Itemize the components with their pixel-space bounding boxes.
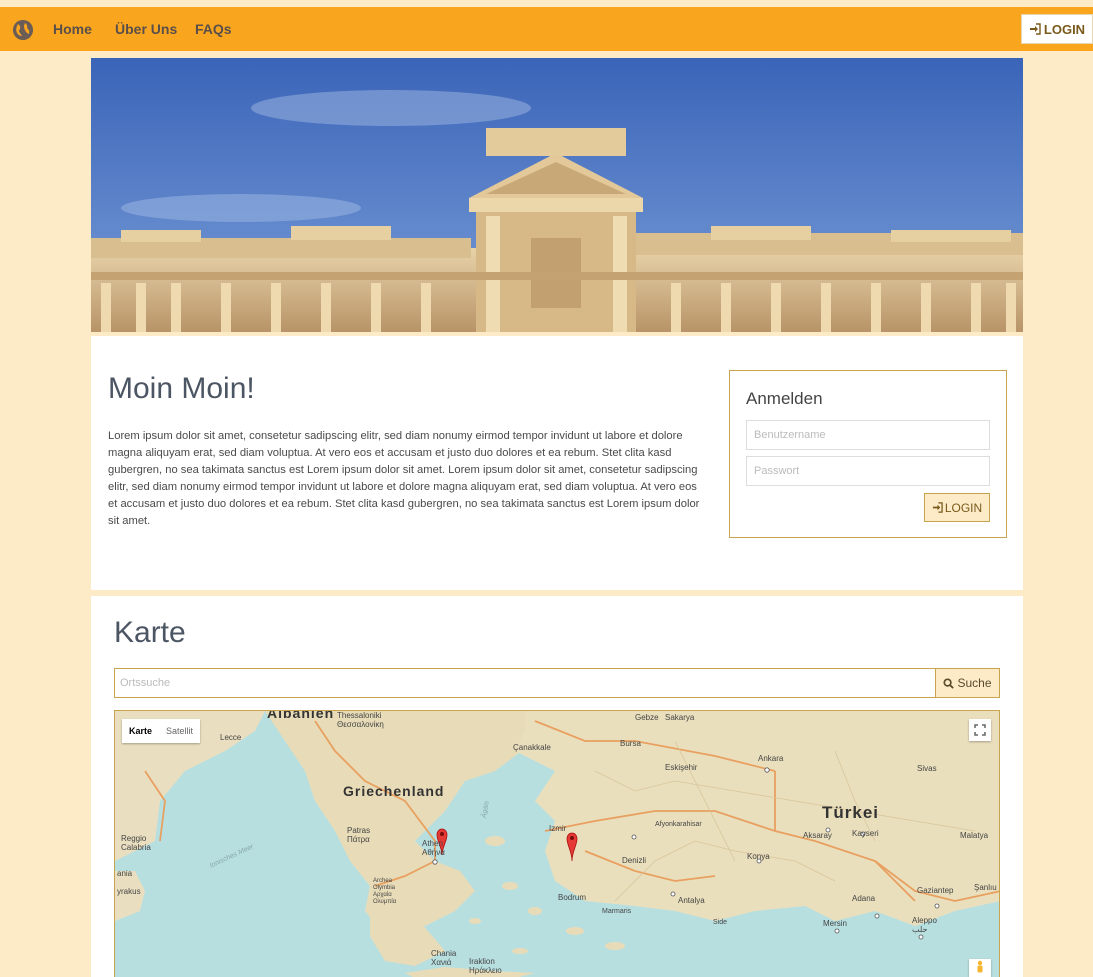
- intro-card: Moin Moin! Lorem ipsum dolor sit amet, c…: [91, 336, 1023, 590]
- top-navbar: Home Über Uns FAQs LOGIN: [0, 7, 1093, 51]
- fullscreen-button[interactable]: [969, 719, 991, 741]
- nav-login-label: LOGIN: [1043, 21, 1086, 37]
- map-label-patras: Patras Πάτρα: [347, 826, 371, 844]
- login-form: Anmelden LOGIN: [729, 370, 1007, 538]
- map-label-konya: Konya: [747, 852, 770, 861]
- map-label-eskisehir: Eskişehir: [665, 763, 698, 772]
- fullscreen-icon: [974, 724, 986, 736]
- intro-paragraph: Lorem ipsum dolor sit amet, consetetur s…: [108, 430, 700, 527]
- map-label-afyon: Afyonkarahisar: [655, 821, 702, 828]
- map-card: Karte Suche: [91, 596, 1023, 977]
- map-label-tuerkei: Türkei: [822, 803, 880, 822]
- location-search-input[interactable]: [114, 668, 936, 698]
- map-label-iraklion: Iraklion Ηράκλειο: [469, 957, 502, 975]
- search-button[interactable]: Suche: [935, 668, 1000, 698]
- map-label-lecce: Lecce: [220, 733, 242, 742]
- login-submit-label: LOGIN: [944, 500, 983, 515]
- nav-home-link[interactable]: Home: [53, 21, 92, 37]
- pegman-icon: [977, 960, 983, 973]
- login-submit-button[interactable]: LOGIN: [924, 493, 990, 522]
- map-label-izmir: Izmir: [549, 824, 567, 833]
- map-label-side: Side: [713, 919, 728, 926]
- hero-image: [91, 58, 1023, 332]
- nav-faq-link[interactable]: FAQs: [195, 21, 232, 37]
- map-label-thessaloniki: Thessaloniki Θεσσαλονίκη: [337, 711, 384, 729]
- map-view[interactable]: Albanien Thessaloniki Θεσσαλονίκη Lecce …: [114, 710, 1000, 977]
- intro-heading: Moin Moin!: [108, 372, 255, 405]
- map-label-reggio: Reggio Calabria: [121, 834, 151, 852]
- map-label-marmaris: Marmaris: [602, 908, 632, 915]
- search-button-label: Suche: [957, 676, 992, 690]
- map-label-athen: Athen Αθήνα: [422, 839, 445, 857]
- globe-logo-icon[interactable]: [13, 20, 33, 40]
- map-type-control: Karte Satellit: [122, 719, 201, 743]
- map-label-chania: Chania Χανιά: [431, 949, 457, 967]
- password-input[interactable]: [746, 456, 990, 486]
- map-type-karte[interactable]: Karte: [122, 719, 159, 743]
- map-label-catania: ania: [117, 869, 133, 878]
- username-input[interactable]: [746, 420, 990, 450]
- map-label-sanliurfa: Şanlıu: [974, 883, 997, 892]
- map-heading: Karte: [114, 616, 186, 649]
- map-label-gebze: Gebze: [635, 713, 659, 722]
- login-icon: [1029, 23, 1041, 35]
- login-form-title: Anmelden: [746, 389, 823, 408]
- map-label-malatya: Malatya: [960, 831, 989, 840]
- login-icon: [932, 502, 943, 513]
- nav-about-link[interactable]: Über Uns: [115, 21, 177, 37]
- map-label-aksaray: Aksaray: [803, 831, 832, 840]
- map-label-ankara: Ankara: [758, 754, 784, 763]
- map-label-antalya: Antalya: [678, 896, 705, 905]
- map-type-satellit[interactable]: Satellit: [159, 719, 200, 743]
- map-label-canakkale: Çanakkale: [513, 743, 551, 752]
- map-label-bodrum: Bodrum: [558, 893, 587, 902]
- map-label-syrakus: yrakus: [117, 887, 141, 896]
- map-label-sakarya: Sakarya: [665, 713, 695, 722]
- map-label-kayseri: Kayseri: [852, 829, 879, 838]
- map-label-aleppo: Aleppo حلب: [912, 916, 937, 934]
- map-label-griechenland: Griechenland: [343, 783, 445, 799]
- map-label-gaziantep: Gaziantep: [917, 886, 954, 895]
- map-label-albanien: Albanien: [267, 710, 335, 721]
- map-label-bursa: Bursa: [620, 739, 641, 748]
- search-icon: [943, 677, 955, 689]
- nav-login-button[interactable]: LOGIN: [1021, 14, 1093, 44]
- map-label-adana: Adana: [852, 894, 876, 903]
- map-label-archea: Archea Olymbia Αρχαία Ολυμπία: [373, 878, 397, 905]
- map-label-mersin: Mersin: [823, 919, 848, 928]
- map-label-sivas: Sivas: [917, 764, 937, 773]
- map-label-denizli: Denizli: [622, 856, 647, 865]
- street-view-pegman[interactable]: [969, 959, 991, 977]
